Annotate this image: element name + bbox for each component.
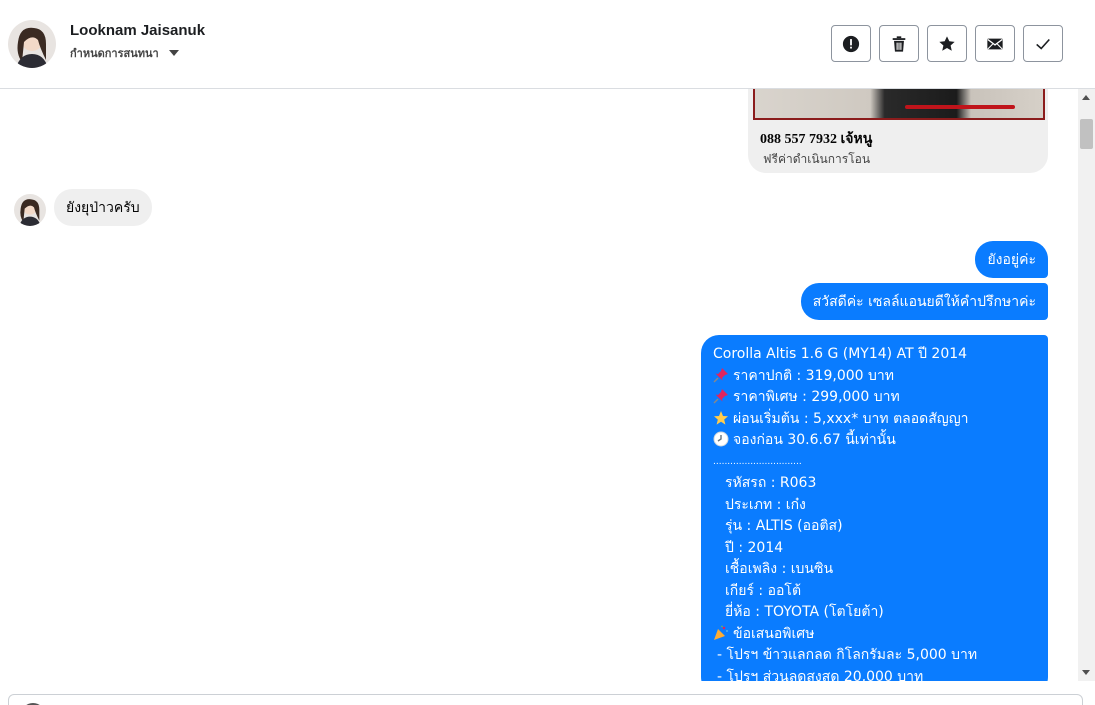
star-emoji-icon bbox=[714, 410, 728, 425]
report-button[interactable] bbox=[831, 25, 871, 62]
incoming-message[interactable]: ยังยุป่าวครับ bbox=[54, 189, 152, 226]
attachment-description: ฟรีค่าดำเนินการโอน bbox=[763, 152, 871, 166]
message-line: รุ่น : ALTIS (ออติส) bbox=[725, 518, 843, 534]
conversation-schedule-label: กำหนดการสนทนา bbox=[70, 47, 159, 60]
message-line: ราคาปกติ : 319,000 บาท bbox=[713, 366, 1036, 388]
pushpin-icon bbox=[713, 367, 728, 383]
message-line: ประเภท : เก๋ง bbox=[725, 496, 806, 513]
party-popper-icon bbox=[714, 625, 728, 640]
message-line: จองก่อน 30.6.67 นี้เท่านั้น bbox=[713, 430, 1036, 452]
message-line: รหัสรถ : R063 bbox=[725, 475, 817, 491]
check-icon bbox=[1036, 38, 1050, 50]
message-composer[interactable] bbox=[8, 694, 1083, 705]
contact-name[interactable]: Looknam Jaisanuk bbox=[70, 22, 205, 39]
message-line: เกียร์ : ออโต้ bbox=[725, 582, 802, 599]
message-line: - โปรฯ ส่วนลดสูงสุด 20,000 บาท bbox=[717, 668, 924, 682]
conversation-scrollbar[interactable] bbox=[1078, 89, 1095, 681]
message-line: ราคาพิเศษ : 299,000 บาท bbox=[713, 387, 1036, 409]
scroll-thumb[interactable] bbox=[1080, 119, 1093, 149]
outgoing-message[interactable]: สวัสดีค่ะ เซลล์แอนยดีให้คำปรึกษาค่ะ bbox=[800, 283, 1048, 320]
sender-avatar[interactable] bbox=[14, 194, 46, 226]
caret-down-icon bbox=[168, 50, 179, 56]
delete-button[interactable] bbox=[879, 25, 919, 62]
outgoing-message-car-details[interactable]: Corolla Altis 1.6 G (MY14) AT ปี 2014 รา… bbox=[701, 335, 1048, 681]
header-actions bbox=[831, 25, 1063, 62]
message-line: ปี : 2014 bbox=[725, 539, 784, 556]
scroll-up-arrow-icon[interactable] bbox=[1082, 95, 1090, 100]
envelope-icon bbox=[987, 38, 1003, 49]
message-list[interactable]: 088 557 7932 เจ้หนู ฟรีค่าดำเนินการโอน ย… bbox=[0, 89, 1078, 681]
attachment-title: 088 557 7932 เจ้หนู bbox=[760, 132, 873, 147]
trash-icon bbox=[892, 35, 906, 52]
conversation-header: Looknam Jaisanuk กำหนดการสนทนา bbox=[0, 0, 1095, 89]
clock-icon bbox=[713, 431, 729, 447]
star-button[interactable] bbox=[927, 25, 967, 62]
message-line: ยี่ห้อ : TOYOTA (โตโยต้า) bbox=[725, 604, 884, 620]
message-line: เชื้อเพลิง : เบนซิน bbox=[725, 561, 834, 577]
message-line: Corolla Altis 1.6 G (MY14) AT ปี 2014 bbox=[713, 346, 968, 362]
conversation-schedule-dropdown[interactable]: กำหนดการสนทนา bbox=[70, 44, 179, 62]
message-line: ข้อเสนอพิเศษ bbox=[713, 624, 1036, 646]
scroll-down-arrow-icon[interactable] bbox=[1082, 670, 1090, 675]
pushpin-icon bbox=[713, 389, 728, 404]
contact-avatar[interactable] bbox=[8, 20, 56, 68]
attachment-card[interactable]: 088 557 7932 เจ้หนู ฟรีค่าดำเนินการโอน bbox=[748, 89, 1048, 173]
mark-done-button[interactable] bbox=[1023, 25, 1063, 62]
message-line: - โปรฯ ข้าวแลกลด กิโลกรัมละ 5,000 บาท bbox=[717, 647, 978, 663]
message-line: ผ่อนเริ่มต้น : 5,xxx* บาท ตลอดสัญญา bbox=[713, 409, 1036, 431]
exclamation-icon bbox=[842, 35, 860, 52]
car-photo[interactable] bbox=[753, 89, 1045, 120]
mark-unread-button[interactable] bbox=[975, 25, 1015, 62]
message-line: ............................... bbox=[713, 456, 802, 467]
outgoing-message[interactable]: ยังอยู่ค่ะ bbox=[975, 241, 1048, 278]
star-icon bbox=[939, 35, 955, 51]
